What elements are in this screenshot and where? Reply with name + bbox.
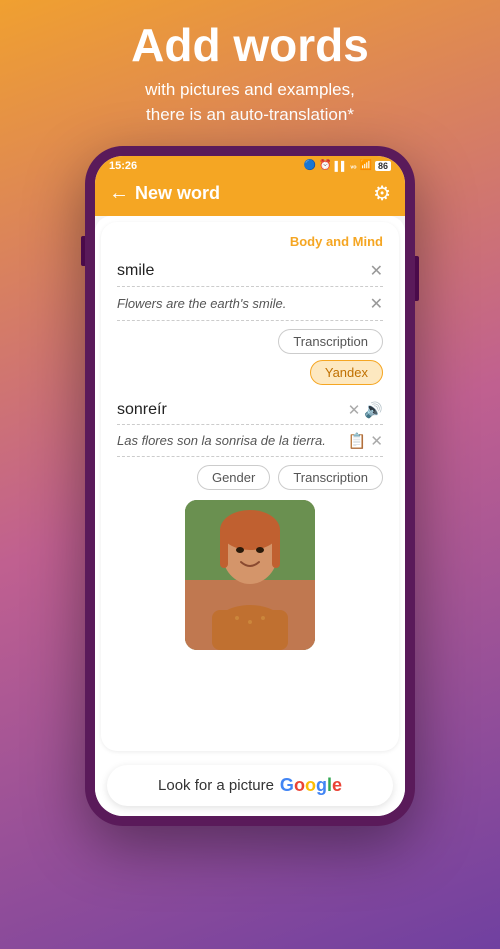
word-card: Body and Mind ✕ Flowers are the earth's …: [101, 222, 399, 751]
status-icons: 🔵 ⏰ ▌▌ ᵥₒ 📶 86: [304, 160, 391, 171]
translation-example-text: Las flores son la sonrisa de la tierra.: [117, 433, 344, 448]
word-photo[interactable]: [185, 500, 315, 650]
screen-title: New word: [135, 183, 220, 204]
word-row: ✕: [117, 255, 383, 287]
word-input[interactable]: [117, 262, 364, 280]
google-logo: Google: [280, 775, 342, 796]
clear-translation-example-button[interactable]: ✕: [370, 432, 383, 450]
page-title: Add words: [131, 20, 369, 71]
top-bar: ← New word ⚙: [95, 175, 405, 216]
yandex-row: Yandex: [117, 360, 383, 385]
person-photo-svg: [185, 500, 315, 650]
translation-input[interactable]: [117, 401, 344, 419]
content-area: Body and Mind ✕ Flowers are the earth's …: [95, 216, 405, 816]
phone-shell: 15:26 🔵 ⏰ ▌▌ ᵥₒ 📶 86 ← New word ⚙ Body a…: [85, 146, 415, 826]
translation-example-row: Las flores son la sonrisa de la tierra. …: [117, 425, 383, 457]
alarm-icon: ⏰: [319, 160, 331, 171]
clear-example-button[interactable]: ✕: [370, 294, 383, 314]
transcription-button-2[interactable]: Transcription: [278, 465, 383, 490]
transcription-row: Transcription: [117, 329, 383, 354]
google-search-text: Look for a picture: [158, 777, 274, 794]
google-search-bar[interactable]: Look for a picture Google: [107, 765, 393, 806]
translation-row: ✕ 🔊: [117, 395, 383, 425]
audio-icon[interactable]: 🔊: [364, 401, 383, 419]
header-section: Add words with pictures and examples, th…: [101, 20, 399, 128]
clear-translation-button[interactable]: ✕: [348, 401, 361, 419]
yandex-button[interactable]: Yandex: [310, 360, 383, 385]
vo-icon: ᵥₒ: [350, 161, 356, 170]
back-button[interactable]: ←: [109, 182, 129, 205]
status-bar: 15:26 🔵 ⏰ ▌▌ ᵥₒ 📶 86: [95, 156, 405, 175]
transcription-button[interactable]: Transcription: [278, 329, 383, 354]
category-label[interactable]: Body and Mind: [117, 234, 383, 249]
battery-icon: 86: [375, 161, 391, 171]
settings-icon[interactable]: ⚙: [373, 181, 391, 206]
status-time: 15:26: [109, 160, 137, 172]
gender-button[interactable]: Gender: [197, 465, 270, 490]
copy-icon[interactable]: 📋: [348, 432, 367, 450]
page-subtitle: with pictures and examples, there is an …: [131, 77, 369, 128]
top-bar-left: ← New word: [109, 182, 220, 205]
phone-screen: 15:26 🔵 ⏰ ▌▌ ᵥₒ 📶 86 ← New word ⚙ Body a…: [95, 156, 405, 816]
example-row: Flowers are the earth's smile. ✕: [117, 287, 383, 321]
clear-word-button[interactable]: ✕: [370, 261, 383, 281]
wifi-icon: 📶: [360, 160, 372, 171]
example-text: Flowers are the earth's smile.: [117, 296, 364, 311]
signal-icon: ▌▌: [335, 161, 348, 171]
spanish-buttons-row: Gender Transcription: [117, 465, 383, 490]
bluetooth-icon: 🔵: [304, 160, 316, 171]
